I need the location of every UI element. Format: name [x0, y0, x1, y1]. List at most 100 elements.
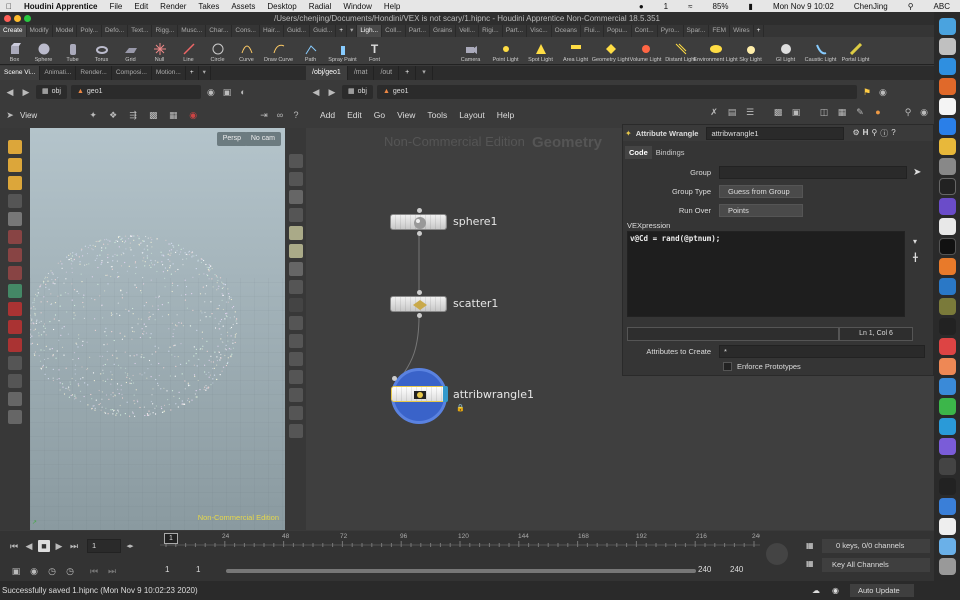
- path-geo1[interactable]: ▲ geo1: [376, 85, 857, 99]
- h-icon[interactable]: H: [863, 128, 869, 139]
- node-output[interactable]: [417, 313, 422, 318]
- range-start[interactable]: 1: [165, 565, 169, 574]
- net-menu-help[interactable]: Help: [497, 110, 514, 120]
- group-field[interactable]: [719, 165, 907, 179]
- jump-end-icon[interactable]: ⏭: [68, 540, 80, 552]
- tree-icon[interactable]: ▤: [726, 106, 738, 118]
- shelf-tab[interactable]: Visc...: [527, 25, 552, 37]
- tool-spot-light[interactable]: Spot Light: [523, 37, 558, 64]
- tool-tube[interactable]: Tube: [58, 37, 87, 64]
- current-frame-marker[interactable]: 1: [164, 533, 178, 544]
- grid-toggle-icon[interactable]: ▦: [167, 109, 179, 121]
- dot-icon[interactable]: [288, 298, 303, 312]
- brush-icon[interactable]: [288, 316, 303, 330]
- pin-icon[interactable]: ⚑: [861, 86, 873, 98]
- folder-icon[interactable]: [938, 538, 956, 555]
- shelf-tab[interactable]: Text...: [128, 25, 153, 37]
- vex-editor[interactable]: v@Cd = rand(@ptnum);: [627, 231, 905, 317]
- shelf-tab[interactable]: Pyro...: [658, 25, 684, 37]
- minimize-window-button[interactable]: [14, 15, 21, 22]
- display-flag[interactable]: [443, 386, 448, 402]
- node-input[interactable]: [392, 376, 397, 381]
- add-shelf-icon[interactable]: +: [336, 25, 348, 37]
- tool-sphere[interactable]: Sphere: [29, 37, 58, 64]
- tab-animation[interactable]: Animati...: [40, 66, 77, 80]
- arrow-icon[interactable]: ➤: [913, 167, 921, 178]
- jump-start-icon[interactable]: ⏮: [8, 540, 20, 552]
- wrench-icon[interactable]: ✗: [708, 106, 720, 118]
- tool-null[interactable]: Null: [145, 37, 174, 64]
- net-menu-tools[interactable]: Tools: [427, 110, 447, 120]
- chrome-icon[interactable]: [938, 138, 956, 155]
- shelf-tab-lights[interactable]: Ligh...: [357, 25, 383, 37]
- node-scatter1[interactable]: [390, 296, 447, 312]
- tool-portal-light[interactable]: Portal Light: [838, 37, 873, 64]
- attributes-to-create-field[interactable]: *: [719, 344, 925, 358]
- eraser-icon[interactable]: [288, 370, 303, 384]
- node-output[interactable]: [417, 231, 422, 236]
- play-reverse-icon[interactable]: ◀: [23, 540, 35, 552]
- tool-caustic-light[interactable]: Caustic Light: [803, 37, 838, 64]
- unreal-icon[interactable]: [938, 178, 956, 195]
- cube-view-icon[interactable]: ▣: [221, 86, 233, 98]
- shelf-tab[interactable]: Rigg...: [152, 25, 179, 37]
- scene-viewport[interactable]: Persp No cam Non-Commercial Edition ↗: [30, 128, 285, 530]
- info-icon[interactable]: ⓘ: [880, 128, 888, 139]
- magnet-icon[interactable]: [8, 338, 22, 352]
- back-icon[interactable]: ◀: [4, 86, 16, 98]
- render-icon[interactable]: [8, 392, 22, 406]
- tool-camera[interactable]: Camera: [453, 37, 488, 64]
- net-menu-view[interactable]: View: [397, 110, 415, 120]
- color-palette-icon[interactable]: ▩: [772, 106, 784, 118]
- tab-obj-geo1[interactable]: /obj/geo1: [306, 66, 348, 80]
- books-icon[interactable]: [938, 258, 956, 275]
- zoom-window-button[interactable]: [24, 15, 31, 22]
- app-icon[interactable]: [938, 298, 956, 315]
- tool-gi-light[interactable]: GI Light: [768, 37, 803, 64]
- magnet-icon[interactable]: [8, 302, 22, 316]
- tool-volume-light[interactable]: Volume Light: [628, 37, 663, 64]
- tool-area-light[interactable]: Area Light: [558, 37, 593, 64]
- clock-icon[interactable]: ◷: [46, 565, 58, 577]
- link-icon[interactable]: ∞: [274, 109, 286, 121]
- shelf-tab[interactable]: Model: [53, 25, 78, 37]
- gear-icon[interactable]: ⚙: [852, 128, 859, 139]
- document-icon[interactable]: [938, 518, 956, 535]
- back-icon[interactable]: ◀: [310, 86, 322, 98]
- range-end-field[interactable]: 240: [698, 565, 711, 574]
- shelf-tab[interactable]: Part...: [406, 25, 431, 37]
- safari-icon[interactable]: [938, 58, 956, 75]
- forward-icon[interactable]: ▶: [20, 86, 32, 98]
- add-shelf-icon[interactable]: +: [754, 25, 765, 37]
- node-input[interactable]: [417, 290, 422, 295]
- tab-out[interactable]: /out: [374, 66, 400, 80]
- add-tab-icon[interactable]: +: [399, 66, 417, 80]
- range-slider[interactable]: [226, 569, 696, 573]
- move-icon[interactable]: [8, 230, 22, 244]
- shelf-menu-icon[interactable]: ▾: [347, 25, 358, 37]
- menu-file[interactable]: File: [103, 2, 128, 11]
- node-input[interactable]: [417, 208, 422, 213]
- shelf-tab[interactable]: Rigi...: [479, 25, 503, 37]
- tab-render[interactable]: Render...: [76, 66, 112, 80]
- run-over-menu[interactable]: Points: [719, 203, 803, 217]
- list-icon[interactable]: ☰: [744, 106, 756, 118]
- number-icon[interactable]: [288, 352, 303, 366]
- view-icon[interactable]: ◫: [818, 106, 830, 118]
- shelf-tab[interactable]: Cons...: [232, 25, 260, 37]
- points-icon[interactable]: [288, 424, 303, 438]
- persp-menu[interactable]: Persp: [216, 132, 247, 146]
- node-name-field[interactable]: attribwrangle1: [706, 126, 845, 140]
- menu-assets[interactable]: Assets: [225, 2, 261, 11]
- settings-icon[interactable]: [938, 158, 956, 175]
- audio-icon[interactable]: ◉: [28, 565, 40, 577]
- ghost-icon[interactable]: [288, 172, 303, 186]
- net-menu-edit[interactable]: Edit: [347, 110, 362, 120]
- shelf-tab[interactable]: Coll...: [382, 25, 406, 37]
- trash-icon[interactable]: [938, 558, 956, 575]
- next-key-icon[interactable]: ⏭: [106, 565, 118, 577]
- network-icon[interactable]: ◉: [832, 581, 839, 600]
- tool-geometry-light[interactable]: Geometry Light: [592, 37, 629, 64]
- tab-bindings[interactable]: Bindings: [652, 146, 689, 159]
- shelf-tab[interactable]: Oceans: [552, 25, 582, 37]
